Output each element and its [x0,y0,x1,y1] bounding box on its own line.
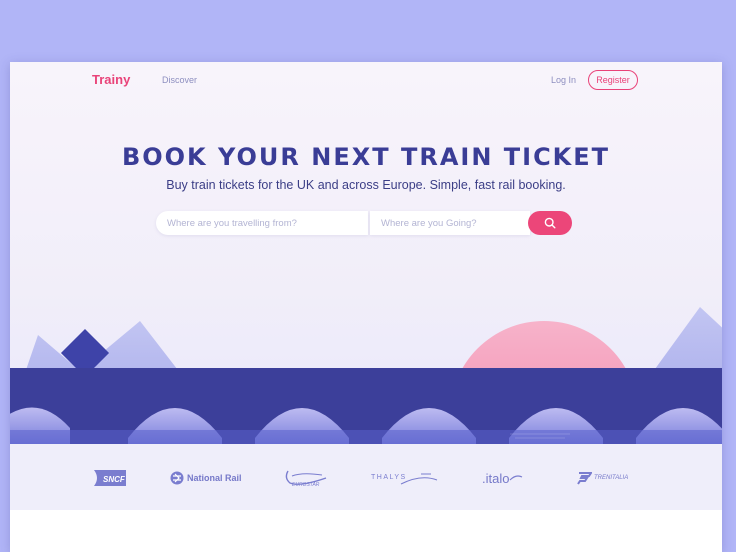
partners-bar: SNCF National Rail EUROSTAR THALYS .ital… [10,444,722,510]
register-button[interactable]: Register [588,70,638,90]
svg-text:SNCF: SNCF [103,475,126,484]
login-link[interactable]: Log In [551,75,576,85]
svg-text:EUROSTAR: EUROSTAR [292,482,320,488]
national-rail-logo: National Rail [170,466,242,490]
page-title: BOOK YOUR NEXT TRAIN TICKET [121,143,611,171]
from-station-input[interactable] [156,211,368,235]
national-rail-icon [170,471,184,485]
italo-swoosh-icon [510,475,523,481]
trenitalia-icon [577,472,592,485]
italo-logo: .italo [482,466,523,490]
svg-text:THALYS: THALYS [371,474,407,481]
thalys-icon: THALYS [371,473,438,485]
search-button[interactable] [528,211,572,235]
content-area [10,510,722,552]
eurostar-icon: EUROSTAR [285,470,327,488]
trenitalia-logo: TRENITALIA [576,466,628,490]
brand-logo[interactable]: Trainy [92,72,130,87]
sncf-logo: SNCF [92,466,128,490]
to-station-input[interactable] [370,211,530,235]
thalys-logo: THALYS [371,466,439,490]
eurostar-logo: EUROSTAR [282,466,330,490]
nav-discover-link[interactable]: Discover [162,75,197,85]
search-icon [544,217,556,229]
landing-page: Trainy Discover Log In Register BOOK YOU… [10,62,722,552]
page-subtitle: Buy train tickets for the UK and across … [166,178,566,192]
bridge-arches [10,368,722,444]
sncf-icon: SNCF [94,470,126,486]
